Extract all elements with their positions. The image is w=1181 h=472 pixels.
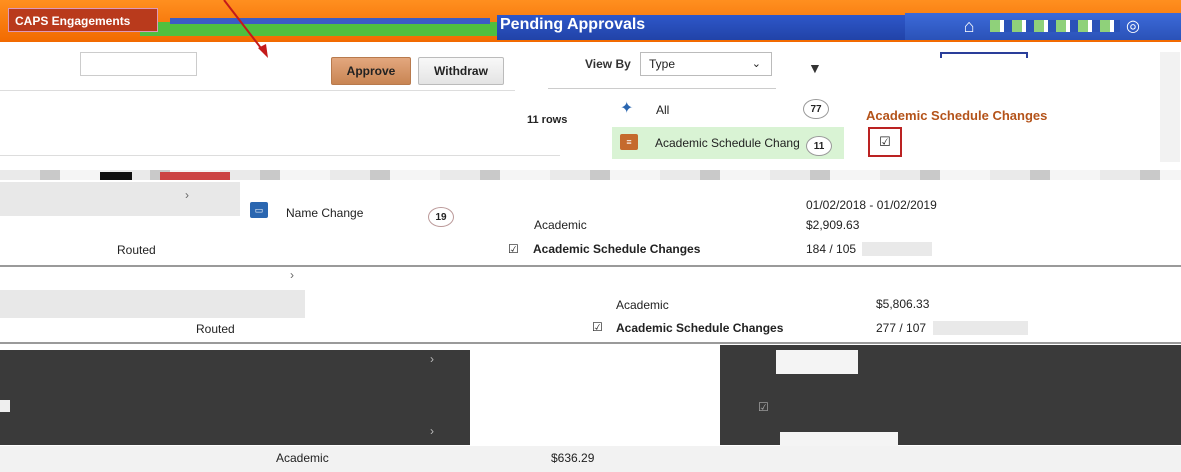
- filter-item-name-change-label[interactable]: Name Change: [286, 206, 363, 220]
- divider: [548, 88, 776, 89]
- record-2-checkbox[interactable]: ☑: [592, 320, 603, 334]
- record-2-status: Routed: [196, 322, 235, 336]
- redacted-block: [0, 400, 10, 412]
- row-count: 11 rows: [527, 114, 568, 126]
- record-1-checkbox[interactable]: ☑: [508, 242, 519, 256]
- glitch-block: [100, 172, 132, 180]
- page-title: Pending Approvals: [500, 16, 646, 33]
- divider: [0, 265, 1181, 267]
- record-3-amount: $636.29: [551, 451, 595, 465]
- approve-button[interactable]: Approve: [331, 57, 411, 85]
- schedule-icon: ≡: [620, 134, 638, 150]
- view-by-select[interactable]: Type ⌄: [640, 52, 772, 76]
- filter-item-academic-label: Academic Schedule Chang: [655, 136, 800, 150]
- chevron-right-icon[interactable]: ›: [185, 188, 189, 202]
- chevron-right-icon[interactable]: ›: [290, 268, 294, 282]
- dark-overlay-left: [0, 350, 470, 445]
- divider: [0, 342, 1181, 344]
- checkbox-icon[interactable]: ☑: [758, 400, 769, 414]
- record-3-category: Academic: [276, 451, 329, 465]
- record-1-category: Academic: [534, 218, 587, 232]
- chevron-right-icon[interactable]: ›: [430, 352, 434, 366]
- nav-strip-icons[interactable]: [990, 20, 1120, 32]
- divider: [0, 155, 560, 156]
- redacted-block: [862, 242, 932, 256]
- redacted-block: [933, 321, 1028, 335]
- row-left: [0, 290, 305, 318]
- annotation-arrow-icon: [223, 0, 268, 58]
- record-1-amount: $2,909.63: [806, 218, 860, 232]
- redacted-block: [780, 432, 898, 446]
- redacted-block: [776, 350, 858, 374]
- record-2-amount: $5,806.33: [876, 297, 930, 311]
- scrollbar[interactable]: [1160, 52, 1180, 162]
- record-1-date-range: 01/02/2018 - 01/02/2019: [806, 198, 937, 212]
- glitch-block: [160, 172, 230, 180]
- filter-item-academic-count: 11: [806, 136, 832, 156]
- globe-icon[interactable]: ◎: [1126, 16, 1140, 36]
- record-2-type: Academic Schedule Changes: [616, 321, 784, 335]
- tab-caps-engagements[interactable]: CAPS Engagements: [8, 8, 158, 32]
- name-change-icon: ▭: [250, 202, 268, 218]
- view-by-label: View By: [585, 57, 631, 71]
- record-2-code: 277 / 107: [876, 321, 927, 335]
- chevron-right-icon[interactable]: ›: [430, 424, 434, 438]
- record-1-type: Academic Schedule Changes: [533, 242, 701, 256]
- right-panel-title: Academic Schedule Changes: [866, 108, 1048, 123]
- chevron-down-icon: ⌄: [751, 58, 761, 70]
- select-all-checkbox[interactable]: ☑: [868, 127, 902, 157]
- view-by-selected: Type: [649, 57, 676, 71]
- header-decoration: [140, 22, 500, 36]
- filter-item-all-label[interactable]: All: [656, 103, 669, 117]
- all-items-icon: ✦: [620, 100, 634, 117]
- filter-item-all-count: 77: [803, 99, 829, 119]
- withdraw-button[interactable]: Withdraw: [418, 57, 504, 85]
- record-1-code: 184 / 105: [806, 242, 857, 256]
- row-left: [0, 182, 240, 216]
- divider: [0, 90, 515, 91]
- left-field[interactable]: [80, 52, 197, 76]
- filter-icon[interactable]: ▼: [808, 60, 822, 76]
- record-1-status: Routed: [117, 243, 156, 257]
- right-panel-box: [940, 52, 1028, 58]
- filter-item-name-change-count: 19: [428, 207, 454, 227]
- home-icon[interactable]: ⌂: [958, 16, 980, 36]
- record-2-category: Academic: [616, 298, 669, 312]
